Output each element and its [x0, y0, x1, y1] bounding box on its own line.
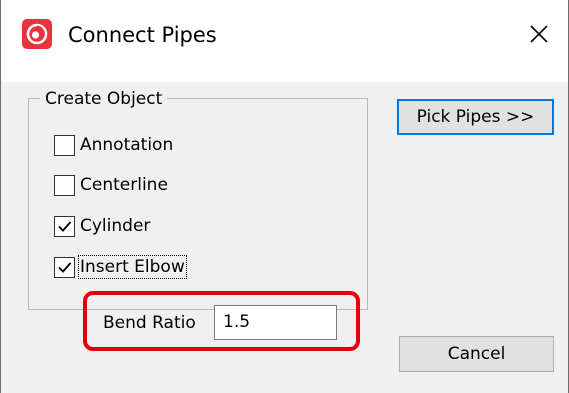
- centerline-checkbox-row[interactable]: Centerline: [54, 172, 169, 198]
- insert-elbow-label[interactable]: Insert Elbow: [78, 255, 187, 279]
- checkmark-icon: [58, 261, 72, 273]
- centerline-label[interactable]: Centerline: [79, 174, 169, 196]
- title-bar: Connect Pipes: [0, 0, 569, 82]
- create-object-group-title: Create Object: [40, 88, 168, 110]
- connect-pipes-dialog: Connect Pipes Create Object Annotation C…: [0, 0, 569, 393]
- annotation-checkbox-row[interactable]: Annotation: [54, 132, 174, 158]
- annotation-checkbox[interactable]: [54, 134, 75, 156]
- annotation-label[interactable]: Annotation: [79, 134, 174, 156]
- app-logo-icon: [22, 19, 52, 49]
- close-icon: [530, 25, 548, 43]
- cylinder-label[interactable]: Cylinder: [79, 215, 151, 237]
- cylinder-checkbox[interactable]: [54, 215, 75, 237]
- pick-pipes-button[interactable]: Pick Pipes >>: [397, 99, 554, 135]
- window-title: Connect Pipes: [68, 23, 217, 47]
- insert-elbow-checkbox[interactable]: [54, 256, 75, 278]
- highlight-annotation-box: [83, 291, 360, 351]
- close-button[interactable]: [517, 14, 561, 54]
- checkmark-icon: [58, 220, 72, 232]
- cancel-button[interactable]: Cancel: [399, 336, 554, 372]
- centerline-checkbox[interactable]: [54, 174, 75, 196]
- cylinder-checkbox-row[interactable]: Cylinder: [54, 213, 151, 239]
- insert-elbow-checkbox-row[interactable]: Insert Elbow: [54, 254, 187, 280]
